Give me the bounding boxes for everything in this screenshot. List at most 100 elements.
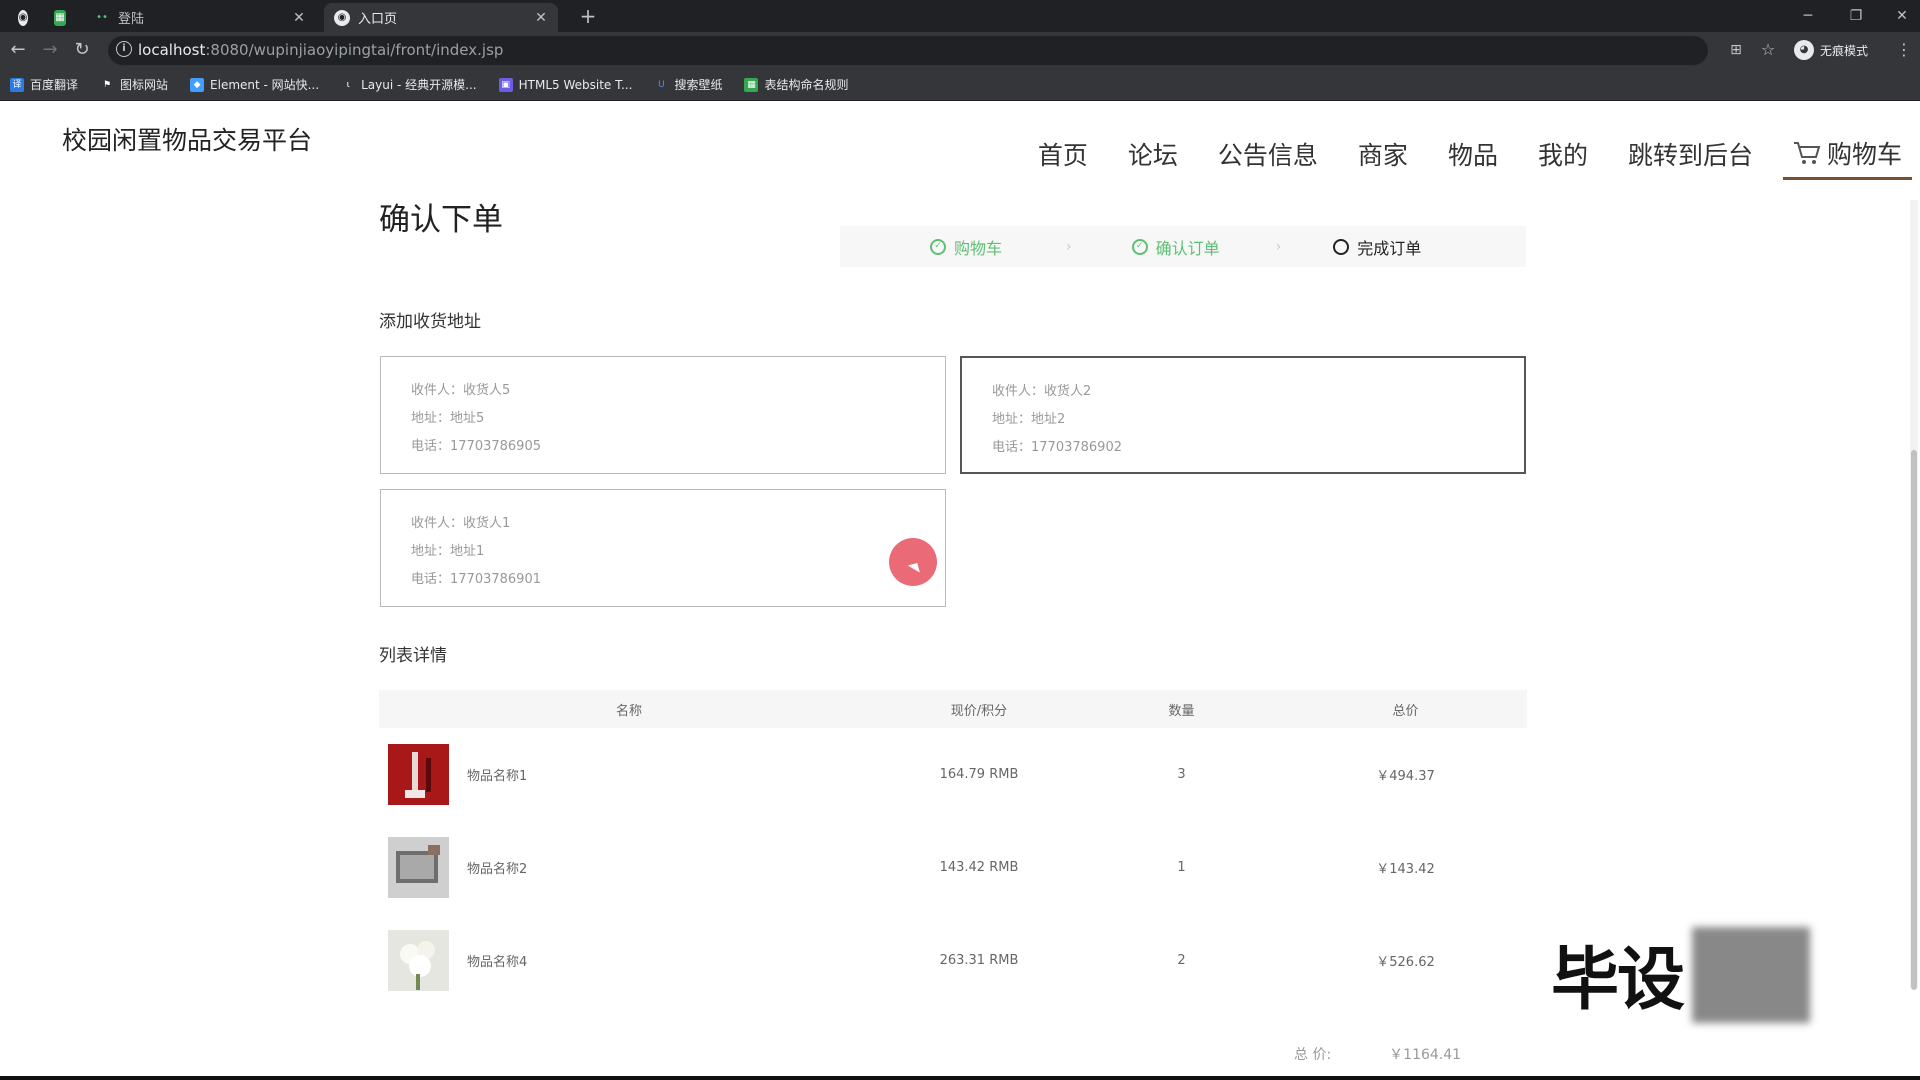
bookmark-item[interactable]: ▣ HTML5 Website T... — [498, 77, 632, 92]
step-label: 完成订单 — [1357, 238, 1422, 258]
site-info-icon[interactable]: i — [116, 41, 132, 57]
bookmark-item[interactable]: ◆ Element - 网站快... — [190, 76, 319, 93]
close-window-button[interactable]: ✕ — [1884, 4, 1920, 28]
bookmark-label: 百度翻译 — [30, 78, 79, 92]
table-header: 名称 现价/积分 数量 总价 — [379, 690, 1527, 728]
tab-label: 入口页 — [358, 12, 398, 27]
list-section-title: 列表详情 — [379, 646, 447, 666]
layui-icon: ι — [346, 79, 350, 90]
wallpaper-icon: U — [658, 79, 665, 90]
site-title: 校园闲置物品交易平台 — [62, 126, 313, 155]
restore-button[interactable]: ❐ — [1838, 4, 1874, 28]
item-price: 143.42 RMB — [939, 860, 1019, 875]
header-qty: 数量 — [1168, 703, 1195, 719]
address-recipient: 收件人：收货人2 — [992, 384, 1092, 399]
table-row: 物品名称4 263.31 RMB 2 ￥526.62 — [379, 914, 1527, 1007]
address-text: 地址：地址2 — [992, 412, 1066, 427]
browser-tab-bar: ◉ ▦ •• 登陆 ✕ ◉ 入口页 ✕ + ─ ❐ ✕ — [0, 0, 1920, 32]
top-navigation: 首页 论坛 公告信息 商家 物品 我的 跳转到后台 购物车 — [998, 127, 1912, 180]
tab-favicon-icon: •• — [96, 12, 108, 23]
item-qty: 2 — [1177, 953, 1186, 968]
nav-announcements[interactable]: 公告信息 — [1218, 136, 1318, 172]
incognito-indicator[interactable]: ◕ 无痕模式 — [1794, 40, 1868, 60]
address-phone: 电话：17703786902 — [992, 440, 1122, 455]
address-recipient: 收件人：收货人5 — [411, 383, 511, 398]
nav-home[interactable]: 首页 — [1038, 136, 1088, 172]
cart-label: 购物车 — [1826, 140, 1902, 169]
bookmark-item[interactable]: ι Layui - 经典开源模... — [341, 76, 477, 93]
browser-tab-pinned[interactable]: ◉ — [8, 3, 36, 32]
forward-icon[interactable]: → — [38, 38, 62, 62]
product-image — [388, 744, 449, 805]
step-label: 购物车 — [954, 238, 1003, 258]
bookmark-label: Element - 网站快... — [210, 78, 320, 92]
nav-forum[interactable]: 论坛 — [1128, 136, 1178, 172]
scrollbar-thumb[interactable] — [1911, 450, 1917, 990]
close-icon[interactable]: ✕ — [532, 10, 550, 26]
bookmark-item[interactable]: ⚑ 图标网站 — [100, 76, 168, 93]
incognito-label: 无痕模式 — [1820, 43, 1869, 58]
url-host: localhost — [138, 41, 206, 59]
address-text: 地址：地址1 — [411, 544, 485, 559]
browser-tab-entry[interactable]: ◉ 入口页 ✕ — [324, 3, 558, 32]
total-value: ￥1164.41 — [1389, 1047, 1462, 1063]
nav-mine[interactable]: 我的 — [1538, 136, 1588, 172]
item-name: 物品名称2 — [467, 862, 528, 877]
minimize-button[interactable]: ─ — [1790, 4, 1826, 28]
check-circle-icon: ✓ — [1131, 238, 1148, 255]
header-price: 现价/积分 — [950, 703, 1008, 719]
watermark-blur — [1692, 927, 1810, 1023]
item-total: ￥494.37 — [1376, 769, 1435, 784]
product-image — [388, 837, 449, 898]
translate-icon: 译 — [10, 77, 24, 92]
chevron-right-icon: › — [1066, 238, 1072, 255]
star-icon[interactable]: ☆ — [1756, 38, 1780, 62]
nav-admin[interactable]: 跳转到后台 — [1628, 136, 1753, 172]
translate-icon[interactable]: ⊞ — [1724, 38, 1748, 62]
total-label: 总 价: — [1294, 1047, 1332, 1063]
nav-merchants[interactable]: 商家 — [1358, 136, 1408, 172]
nav-items[interactable]: 物品 — [1448, 136, 1498, 172]
bookmark-label: Layui - 经典开源模... — [361, 78, 477, 92]
bottom-edge — [0, 1076, 1920, 1080]
url-path: :8080/wupinjiaoyipingtai/front/index.jsp — [205, 41, 504, 59]
item-price: 263.31 RMB — [939, 953, 1019, 968]
back-icon[interactable]: ← — [6, 38, 30, 62]
browser-tab-login[interactable]: •• 登陆 ✕ — [84, 3, 316, 32]
globe-icon: ◉ — [334, 9, 350, 26]
item-name: 物品名称1 — [467, 769, 528, 784]
new-tab-button[interactable]: + — [570, 4, 606, 28]
step-confirm: ✓ 确认订单 — [1131, 235, 1220, 259]
address-card[interactable]: 收件人：收货人1 地址：地址1 电话：17703786901 — [380, 489, 946, 607]
bookmark-label: 表结构命名规则 — [764, 78, 849, 92]
step-cart: ✓ 购物车 — [930, 235, 1002, 259]
nav-cart[interactable]: 购物车 — [1782, 135, 1912, 180]
header-total: 总价 — [1392, 703, 1419, 719]
address-text: 地址：地址5 — [411, 411, 485, 426]
spreadsheet-icon: ▦ — [744, 77, 759, 92]
address-section-title: 添加收货地址 — [379, 312, 481, 332]
address-card-selected[interactable]: 收件人：收货人2 地址：地址2 电话：17703786902 — [960, 356, 1526, 474]
address-card[interactable]: 收件人：收货人5 地址：地址5 电话：17703786905 — [380, 356, 946, 474]
reload-icon[interactable]: ↻ — [70, 38, 94, 62]
header-name: 名称 — [615, 703, 642, 719]
url-input[interactable]: localhost:8080/wupinjiaoyipingtai/front/… — [108, 36, 1708, 65]
menu-icon[interactable]: ⋮ — [1892, 38, 1916, 62]
address-bar-row: ← → ↻ localhost:8080/wupinjiaoyipingtai/… — [0, 32, 1920, 69]
bookmark-item[interactable]: U 搜索壁纸 — [654, 76, 722, 93]
table-row: 物品名称1 164.79 RMB 3 ￥494.37 — [379, 728, 1527, 821]
check-circle-icon: ✓ — [930, 238, 946, 255]
item-name-cell: 物品名称2 — [379, 837, 879, 898]
item-total: ￥143.42 — [1376, 862, 1435, 877]
bookmark-item[interactable]: ▦ 表结构命名规则 — [744, 76, 848, 93]
item-name: 物品名称4 — [467, 955, 528, 970]
browser-tab-sheet[interactable]: ▦ — [44, 3, 74, 32]
address-phone: 电话：17703786901 — [411, 572, 541, 587]
close-icon[interactable]: ✕ — [290, 10, 308, 26]
item-price: 164.79 RMB — [939, 767, 1019, 782]
flag-icon: ⚑ — [102, 79, 112, 90]
table-row: 物品名称2 143.42 RMB 1 ￥143.42 — [379, 821, 1527, 914]
item-total: ￥526.62 — [1376, 955, 1435, 970]
bookmark-item[interactable]: 译百度翻译 — [10, 76, 78, 93]
order-total: 总 价: ￥1164.41 — [1294, 1044, 1461, 1064]
